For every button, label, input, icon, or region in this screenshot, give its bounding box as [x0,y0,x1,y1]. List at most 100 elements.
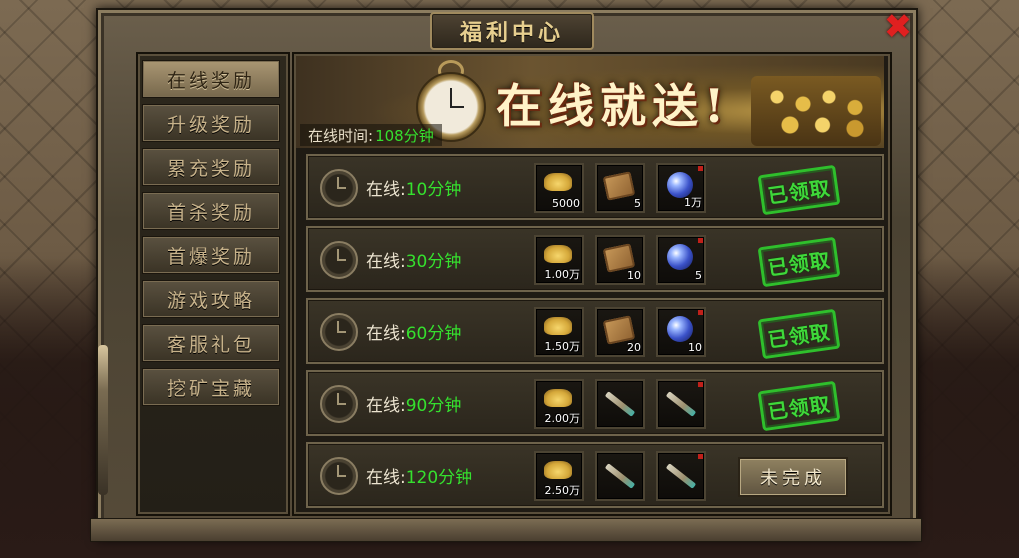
reward-item-slot[interactable]: 1.00万 [534,235,584,285]
online-time-label: 在线时间: [308,126,374,145]
claimed-stamp: 已领取 [757,236,841,288]
item-quantity: 10 [688,341,702,354]
reward-duration: 10分钟 [405,179,462,200]
reward-item-slot[interactable] [595,451,645,501]
reward-row: 在线: 120分钟 2.50万 未完成 [306,442,884,508]
reward-item-slot[interactable]: 2.00万 [534,379,584,429]
rarity-dot-icon [698,454,703,459]
orb-icon [667,244,693,270]
gold-ingot-icon [544,461,572,479]
sidebar-item-label: 首杀奖励 [166,201,255,224]
item-quantity: 1.00万 [544,268,581,281]
feather-stick-icon [604,391,636,417]
reward-item-slot[interactable]: 1.50万 [534,307,584,357]
reward-prefix: 在线: [366,251,406,272]
sidebar-item-label: 升级奖励 [166,113,255,136]
reward-item-slot[interactable]: 1万 [656,163,706,213]
gold-ingot-icon [544,389,572,407]
incomplete-button[interactable]: 未完成 [738,457,848,497]
gold-ingot-icon [544,245,572,263]
reward-item-slot[interactable] [656,379,706,429]
close-button[interactable]: ✖ [880,10,916,44]
item-quantity: 20 [627,341,641,354]
sidebar-item-label: 挖矿宝藏 [166,377,255,400]
sidebar-item-recharge-reward[interactable]: 累充奖励 [142,148,280,186]
clock-icon [320,169,358,207]
feather-stick-icon [665,391,697,417]
item-quantity: 2.00万 [544,412,581,425]
online-time-value: 108分钟 [375,126,434,145]
sword-ornament [98,345,108,495]
reward-item-slot[interactable]: 10 [656,307,706,357]
reward-item-slot[interactable]: 5 [656,235,706,285]
close-icon: ✖ [883,7,913,47]
reward-label: 在线: 30分钟 [366,228,461,290]
feather-stick-icon [665,463,697,489]
gold-treasure-icon [751,76,881,146]
reward-row: 在线: 60分钟 1.50万 20 10 已领取 [306,298,884,364]
reward-label: 在线: 90分钟 [366,372,461,434]
reward-prefix: 在线: [366,467,406,488]
item-quantity: 5 [695,269,702,282]
sidebar-item-service-gift[interactable]: 客服礼包 [142,324,280,362]
sidebar-item-online-reward[interactable]: 在线奖励 [142,60,280,98]
clock-icon [320,313,358,351]
reward-label: 在线: 60分钟 [366,300,461,362]
reward-item-slot[interactable]: 20 [595,307,645,357]
reward-item-slot[interactable]: 10 [595,235,645,285]
feather-stick-icon [604,463,636,489]
reward-prefix: 在线: [366,323,406,344]
reward-item-slot[interactable] [595,379,645,429]
sidebar-item-label: 累充奖励 [166,157,255,180]
gold-ingot-icon [544,317,572,335]
reward-row: 在线: 30分钟 1.00万 10 5 已领取 [306,226,884,292]
item-quantity: 10 [627,269,641,282]
reward-row: 在线: 90分钟 2.00万 已领取 [306,370,884,436]
rarity-dot-icon [698,382,703,387]
reward-item-slot[interactable]: 5000 [534,163,584,213]
reward-row: 在线: 10分钟 5000 5 1万 已领取 [306,154,884,220]
scroll-icon [602,171,636,201]
sidebar-item-level-reward[interactable]: 升级奖励 [142,104,280,142]
rarity-dot-icon [698,310,703,315]
clock-icon [320,241,358,279]
reward-label: 在线: 10分钟 [366,156,461,218]
orb-icon [667,316,693,342]
reward-item-slot[interactable] [656,451,706,501]
item-quantity: 5000 [552,197,580,210]
sidebar-item-first-drop-reward[interactable]: 首爆奖励 [142,236,280,274]
claimed-stamp: 已领取 [757,380,841,432]
item-quantity: 5 [634,197,641,210]
reward-label: 在线: 120分钟 [366,444,472,506]
sidebar-item-label: 客服礼包 [166,333,255,356]
reward-duration: 120分钟 [405,467,473,488]
sidebar-item-label: 游戏攻略 [166,289,255,312]
sidebar-item-mining-treasure[interactable]: 挖矿宝藏 [142,368,280,406]
reward-duration: 30分钟 [405,251,462,272]
clock-icon [320,385,358,423]
reward-duration: 90分钟 [405,395,462,416]
title-plate: 福利中心 [430,12,594,50]
window-title: 福利中心 [459,21,564,46]
gold-ingot-icon [544,173,572,191]
claimed-stamp: 已领取 [757,164,841,216]
clock-icon [320,457,358,495]
reward-prefix: 在线: [366,179,406,200]
sidebar-item-game-guide[interactable]: 游戏攻略 [142,280,280,318]
reward-duration: 60分钟 [405,323,462,344]
rarity-dot-icon [698,238,703,243]
reward-prefix: 在线: [366,395,406,416]
sidebar-item-label: 首爆奖励 [166,245,255,268]
item-quantity: 1万 [684,196,702,209]
rarity-dot-icon [698,166,703,171]
reward-item-slot[interactable]: 2.50万 [534,451,584,501]
item-quantity: 1.50万 [544,340,581,353]
online-time-status: 在线时间: 108分钟 [300,124,442,146]
reward-item-slot[interactable]: 5 [595,163,645,213]
claimed-stamp: 已领取 [757,308,841,360]
banner-slogan: 在线就送! [496,79,731,133]
sidebar-item-first-kill-reward[interactable]: 首杀奖励 [142,192,280,230]
window-frame-bottom [90,518,922,542]
item-quantity: 2.50万 [544,484,581,497]
sidebar-item-label: 在线奖励 [166,69,255,92]
